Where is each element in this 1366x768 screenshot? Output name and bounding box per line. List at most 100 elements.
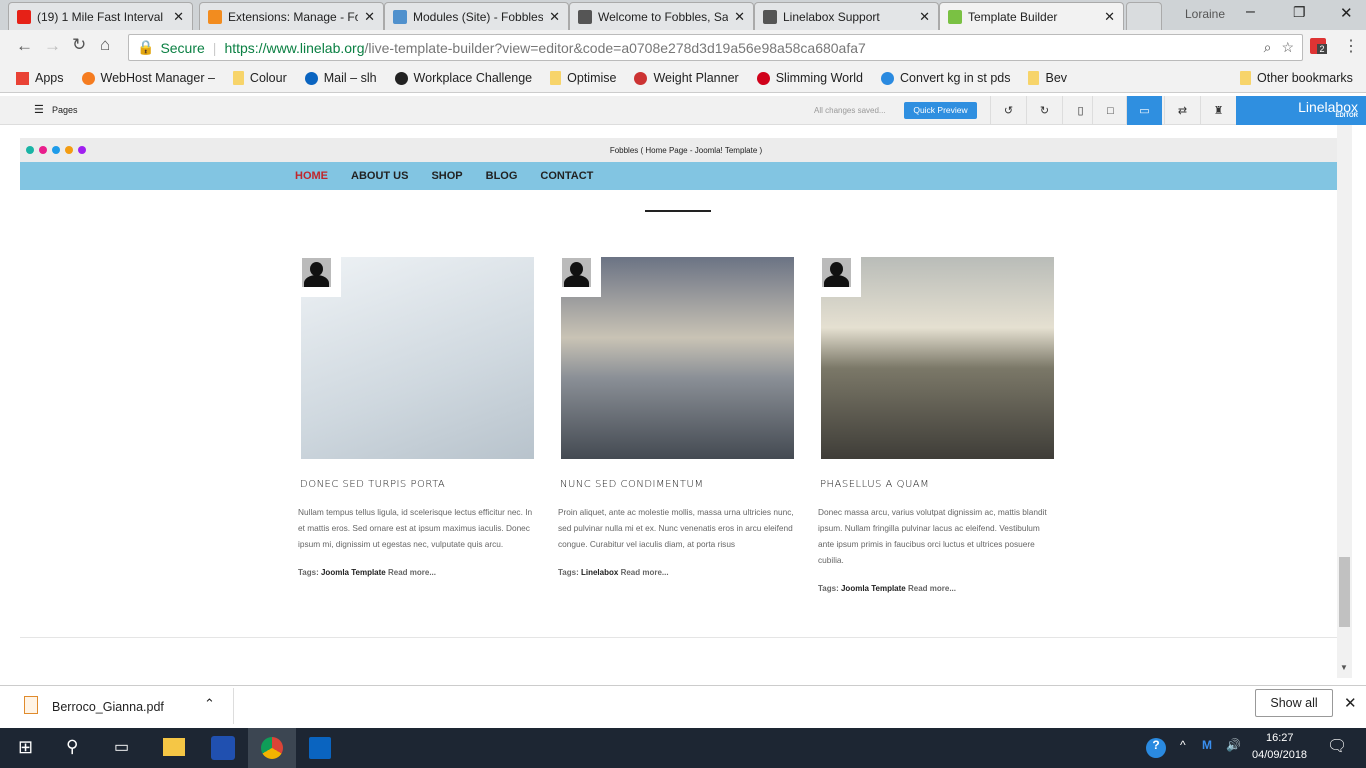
read-more-link[interactable]: Read more... (908, 584, 956, 593)
clock-date[interactable]: 04/09/2018 (1252, 749, 1307, 761)
post-title[interactable]: NUNC SED CONDIMENTUM (558, 479, 798, 490)
scrollbar[interactable]: ▼ (1337, 125, 1352, 678)
close-tab-icon[interactable]: ✕ (364, 9, 375, 25)
show-all-button[interactable]: Show all (1255, 689, 1333, 717)
browser-tab[interactable]: (19) 1 Mile Fast Interval ✕ (8, 2, 193, 30)
bookmark-item[interactable]: Slimming World (756, 71, 863, 85)
reload-icon[interactable]: ↻ (72, 35, 86, 55)
read-more-link[interactable]: Read more... (388, 568, 436, 577)
nav-item-contact[interactable]: CONTACT (540, 170, 593, 182)
forward-icon[interactable]: → (44, 36, 61, 56)
post-tag[interactable]: Joomla Template (841, 584, 906, 593)
bookmark-item[interactable]: WebHost Manager – (81, 71, 215, 85)
nav-item-home[interactable]: HOME (295, 170, 328, 182)
nav-item-blog[interactable]: BLOG (486, 170, 518, 182)
tablet-view-icon[interactable]: □ (1092, 96, 1128, 125)
nav-item-about-us[interactable]: ABOUT US (351, 170, 408, 182)
close-tab-icon[interactable]: ✕ (549, 9, 560, 25)
notifications-icon[interactable]: 🗨 (1327, 736, 1347, 756)
redo-icon[interactable]: ↻ (1026, 96, 1062, 125)
zoom-icon[interactable]: ⌕ (1264, 39, 1272, 56)
bookmark-label: WebHost Manager – (100, 71, 215, 85)
lock-icon: 🔒 (137, 39, 155, 55)
post-tag[interactable]: Joomla Template (321, 568, 386, 577)
nav-item-shop[interactable]: SHOP (431, 170, 462, 182)
bookmark-item[interactable]: Apps (16, 71, 64, 85)
post-image[interactable] (821, 257, 1054, 459)
close-tab-icon[interactable]: ✕ (1104, 9, 1115, 25)
close-tab-icon[interactable]: ✕ (173, 9, 184, 25)
browser-tab[interactable]: Welcome to Fobbles, Sa ✕ (569, 2, 754, 30)
desktop-view-icon[interactable]: ▭ (1126, 96, 1162, 125)
new-tab-button[interactable] (1126, 2, 1162, 30)
minimize-button[interactable]: – (1246, 3, 1255, 21)
bookmark-item[interactable]: Colour (232, 71, 287, 85)
help-icon[interactable]: ? (1146, 738, 1166, 758)
search-icon[interactable]: ⚲ (66, 737, 78, 757)
bookmark-item[interactable]: Workplace Challenge (394, 71, 532, 85)
post-title[interactable]: PHASELLUS A QUAM (818, 479, 1058, 490)
swap-icon[interactable]: ⇄ (1164, 96, 1200, 125)
menu-icon[interactable]: ⋮ (1343, 36, 1359, 56)
restore-button[interactable]: ❐ (1293, 4, 1306, 21)
bookmark-item[interactable]: Optimise (550, 71, 616, 85)
browser-tab[interactable]: Modules (Site) - Fobbles ✕ (384, 2, 569, 30)
address-bar[interactable]: 🔒 Secure | https://www.linelab.org /live… (128, 34, 1303, 61)
file-explorer-icon[interactable] (163, 738, 185, 756)
close-download-bar-icon[interactable]: ✕ (1344, 694, 1357, 712)
close-tab-icon[interactable]: ✕ (919, 9, 930, 25)
blog-post-card: DONEC SED TURPIS PORTA Nullam tempus tel… (298, 257, 538, 577)
scrollbar-thumb[interactable] (1339, 557, 1350, 627)
youtube-icon (17, 9, 31, 24)
bookmark-item[interactable]: Weight Planner (634, 71, 739, 85)
extension-badge: 2 (1317, 44, 1327, 54)
bookmark-item[interactable]: Mail – slh (304, 71, 377, 85)
other-bookmarks[interactable]: Other bookmarks (1240, 71, 1353, 85)
extension-icon[interactable]: 2 (1310, 38, 1327, 54)
chrome-taskbar-button[interactable] (248, 728, 296, 768)
back-icon[interactable]: ← (16, 36, 33, 56)
pages-menu-icon[interactable]: ☰ (34, 103, 44, 116)
folder-icon (550, 71, 562, 85)
save-status: All changes saved... (814, 106, 886, 115)
profile-name[interactable]: Loraine (1185, 7, 1225, 21)
bookmark-icon (81, 71, 95, 85)
windows-start-icon[interactable]: ⊞ (18, 737, 33, 758)
star-icon[interactable]: ☆ (1281, 39, 1294, 56)
read-more-link[interactable]: Read more... (621, 568, 669, 577)
outlook-icon[interactable] (309, 737, 331, 759)
bookmark-item[interactable]: Bev (1028, 71, 1067, 85)
close-window-button[interactable]: ✕ (1340, 4, 1353, 22)
browser-tab[interactable]: Template Builder ✕ (939, 2, 1124, 30)
bookmark-item[interactable]: Convert kg in st pds (881, 71, 1010, 85)
volume-icon[interactable]: 🔊 (1226, 738, 1241, 752)
clock-time[interactable]: 16:27 (1266, 732, 1294, 744)
quick-preview-button[interactable]: Quick Preview (904, 102, 977, 119)
bookmarks-bar: Apps WebHost Manager – Colour Mail – slh Wor… (0, 64, 1366, 93)
browser-tab[interactable]: Linelabox Support ✕ (754, 2, 939, 30)
pdf-file-icon (24, 696, 38, 714)
malwarebytes-icon[interactable]: M (1202, 738, 1212, 752)
post-image[interactable] (301, 257, 534, 459)
close-tab-icon[interactable]: ✕ (734, 9, 745, 25)
post-title[interactable]: DONEC SED TURPIS PORTA (298, 479, 538, 490)
task-view-icon[interactable]: ▭ (114, 737, 129, 757)
post-image[interactable] (561, 257, 794, 459)
post-excerpt: Nullam tempus tellus ligula, id sceleris… (298, 507, 533, 549)
tray-chevron-icon[interactable]: ^ (1180, 738, 1186, 752)
code-icon (578, 9, 592, 24)
bookmark-label: Apps (35, 71, 64, 85)
bookmark-icon (634, 71, 648, 85)
undo-icon[interactable]: ↺ (990, 96, 1026, 125)
chevron-up-icon[interactable]: ⌃ (204, 696, 215, 712)
pages-button[interactable]: Pages (52, 105, 78, 115)
download-filename[interactable]: Berroco_Gianna.pdf (52, 700, 164, 714)
bookmark-icon (881, 71, 895, 85)
post-tag[interactable]: Linelabox (581, 568, 618, 577)
home-icon[interactable]: ⌂ (100, 35, 110, 55)
scroll-down-icon[interactable]: ▼ (1340, 663, 1348, 672)
app-icon[interactable] (211, 736, 235, 760)
browser-tab[interactable]: Extensions: Manage - Fo ✕ (199, 2, 384, 30)
settings-icon[interactable]: ♜ (1200, 96, 1236, 125)
site-nav: HOME ABOUT US SHOP BLOG CONTACT (20, 162, 1337, 190)
